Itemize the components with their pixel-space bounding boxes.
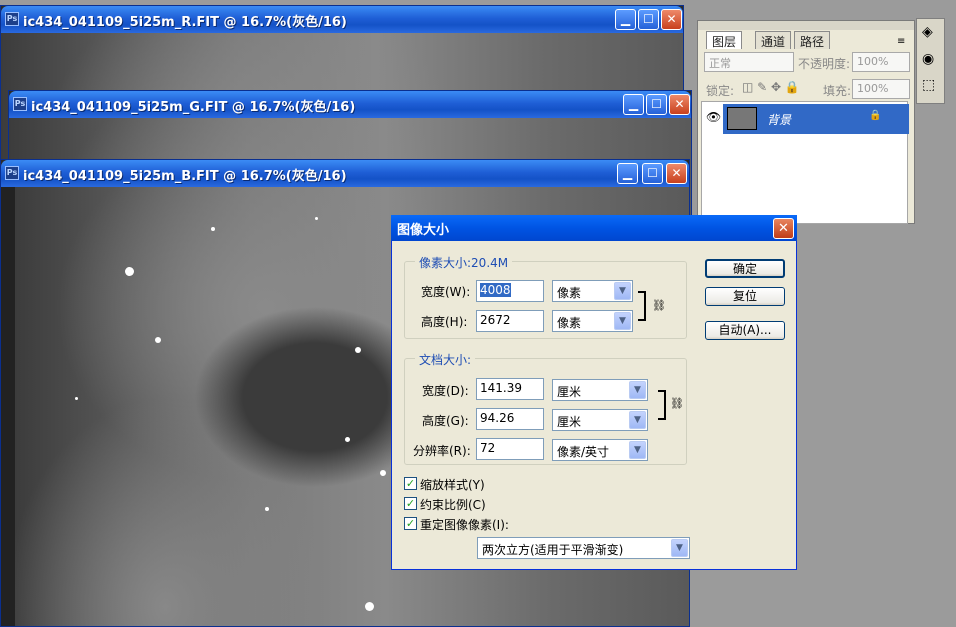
photoshop-icon: Ps xyxy=(13,97,27,111)
auto-button[interactable]: 自动(A)... xyxy=(705,321,785,340)
resolution-unit-select[interactable]: 像素/英寸 ▼ xyxy=(552,439,648,461)
image-size-dialog: 图像大小 ✕ 像素大小:20.4M 宽度(W): 4008 像素 ▼ 高度(H):… xyxy=(391,215,797,570)
lock-icon: 🔒 xyxy=(869,110,882,121)
chevron-down-icon: ▼ xyxy=(629,381,646,399)
scale-styles-checkbox[interactable]: ✓ xyxy=(404,477,417,490)
star xyxy=(265,507,269,511)
window-title: ic434_041109_5i25m_G.FIT @ 16.7%(灰色/16) xyxy=(31,100,356,115)
height-unit-select[interactable]: 像素 ▼ xyxy=(552,310,633,332)
layer-thumbnail xyxy=(727,107,757,130)
star xyxy=(211,227,215,231)
resolution-label: 分辨率(R): xyxy=(413,444,471,458)
eye-icon[interactable]: 👁 xyxy=(706,110,721,124)
star xyxy=(125,267,134,276)
doc-width-input[interactable]: 141.39 xyxy=(476,378,544,400)
dialog-title: 图像大小 xyxy=(397,223,450,238)
transform-dock-icon[interactable]: ⬚ xyxy=(922,77,935,93)
resample-checkbox[interactable]: ✓ xyxy=(404,517,417,530)
dialog-title-bar[interactable]: 图像大小 ✕ xyxy=(391,215,797,241)
chevron-down-icon: ▼ xyxy=(629,441,646,459)
layers-dock-icon[interactable]: ◈ xyxy=(922,24,933,40)
star xyxy=(345,437,350,442)
scale-styles-label[interactable]: 缩放样式(Y) xyxy=(420,476,485,493)
resample-method-select[interactable]: 两次立方(适用于平滑渐变) ▼ xyxy=(477,537,690,559)
minimize-button[interactable]: ▁ xyxy=(617,163,638,184)
fill-label: 填充: xyxy=(823,84,852,98)
doc-constrain-bracket xyxy=(658,390,666,420)
layer-name: 背景 xyxy=(767,113,792,127)
tab-channels[interactable]: 通道 xyxy=(755,31,792,49)
opacity-label: 不透明度: xyxy=(798,57,851,71)
chain-link-icon: ⛓ xyxy=(652,299,666,312)
star xyxy=(355,347,361,353)
window-title: ic434_041109_5i25m_B.FIT @ 16.7%(灰色/16) xyxy=(23,169,347,184)
panel-dock: ◈ ◉ ⬚ xyxy=(916,18,945,104)
close-button[interactable]: ✕ xyxy=(773,218,794,239)
layer-row-background[interactable]: 背景 🔒 xyxy=(723,104,909,134)
photoshop-icon: Ps xyxy=(5,12,19,26)
chevron-down-icon: ▼ xyxy=(629,411,646,429)
height-input[interactable]: 2672 xyxy=(476,310,544,332)
close-button[interactable]: ✕ xyxy=(669,94,690,115)
chevron-down-icon: ▼ xyxy=(614,282,631,300)
opacity-input[interactable]: 100% xyxy=(852,52,910,72)
minimize-button[interactable]: ▁ xyxy=(615,9,636,30)
width-unit-select[interactable]: 像素 ▼ xyxy=(552,280,633,302)
chevron-down-icon: ▼ xyxy=(614,312,631,330)
resolution-input[interactable]: 72 xyxy=(476,438,544,460)
star xyxy=(380,470,386,476)
star xyxy=(365,602,374,611)
width-label: 宽度(W): xyxy=(421,285,471,299)
height-label: 高度(H): xyxy=(421,315,468,329)
doc-height-unit-select[interactable]: 厘米 ▼ xyxy=(552,409,648,431)
reset-button[interactable]: 复位 xyxy=(705,287,785,306)
pixel-dimensions-legend: 像素大小:20.4M xyxy=(415,254,513,271)
title-bar[interactable]: Ps ic434_041109_5i25m_B.FIT @ 16.7%(灰色/1… xyxy=(1,160,689,187)
doc-height-input[interactable]: 94.26 xyxy=(476,408,544,430)
chain-link-icon: ⛓ xyxy=(670,397,684,410)
panel-menu-icon[interactable]: ≡ xyxy=(897,36,905,47)
close-button[interactable]: ✕ xyxy=(661,9,682,30)
minimize-button[interactable]: ▁ xyxy=(623,94,644,115)
panel-grip[interactable] xyxy=(698,21,914,30)
document-size-legend: 文档大小: xyxy=(415,351,476,368)
doc-width-unit-select[interactable]: 厘米 ▼ xyxy=(552,379,648,401)
maximize-button[interactable]: ☐ xyxy=(646,94,667,115)
width-input[interactable]: 4008 xyxy=(476,280,544,302)
resample-label[interactable]: 重定图像像素(I): xyxy=(420,516,509,533)
window-title: ic434_041109_5i25m_R.FIT @ 16.7%(灰色/16) xyxy=(23,15,347,30)
adjustments-dock-icon[interactable]: ◉ xyxy=(922,51,934,67)
constrain-bracket xyxy=(638,291,646,321)
fill-input[interactable]: 100% xyxy=(852,79,910,99)
title-bar[interactable]: Ps ic434_041109_5i25m_G.FIT @ 16.7%(灰色/1… xyxy=(9,91,691,118)
ok-button[interactable]: 确定 xyxy=(705,259,785,278)
layers-panel: 图层 通道 路径 ≡ 正常 不透明度: 100% 锁定: ◫ ✎ ✥ 🔒 填充:… xyxy=(697,20,915,224)
lock-icons[interactable]: ◫ ✎ ✥ 🔒 xyxy=(742,80,800,94)
lock-label: 锁定: xyxy=(706,84,735,98)
chevron-down-icon: ▼ xyxy=(671,539,688,557)
constrain-proportions-label[interactable]: 约束比例(C) xyxy=(420,496,486,513)
star xyxy=(75,397,78,400)
doc-width-label: 宽度(D): xyxy=(422,384,469,398)
tab-paths[interactable]: 路径 xyxy=(794,31,831,49)
maximize-button[interactable]: ☐ xyxy=(638,9,659,30)
constrain-proportions-checkbox[interactable]: ✓ xyxy=(404,497,417,510)
title-bar[interactable]: Ps ic434_041109_5i25m_R.FIT @ 16.7%(灰色/1… xyxy=(1,6,683,33)
star xyxy=(155,337,161,343)
tab-layers[interactable]: 图层 xyxy=(706,31,743,49)
photoshop-icon: Ps xyxy=(5,166,19,180)
doc-height-label: 高度(G): xyxy=(422,414,469,428)
star xyxy=(315,217,318,220)
close-button[interactable]: ✕ xyxy=(666,163,687,184)
blend-mode-select[interactable]: 正常 xyxy=(704,52,794,72)
maximize-button[interactable]: ☐ xyxy=(642,163,663,184)
